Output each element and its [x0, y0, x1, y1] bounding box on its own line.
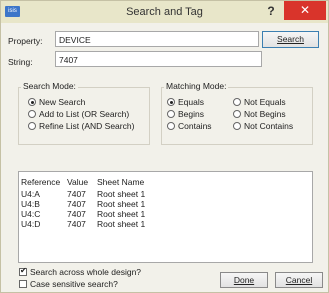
- case-sensitive-checkbox-row[interactable]: Case sensitive search?: [19, 279, 118, 289]
- table-row[interactable]: U4:A 7407 Root sheet 1: [21, 189, 311, 199]
- radio-button[interactable]: [233, 98, 241, 106]
- radio-button[interactable]: [167, 98, 175, 106]
- column-header-sheet-name[interactable]: Sheet Name: [97, 177, 144, 187]
- radio-equals[interactable]: Equals: [167, 97, 204, 107]
- radio-not-contains[interactable]: Not Contains: [233, 121, 293, 131]
- search-whole-design-checkbox[interactable]: [19, 266, 27, 276]
- cell-reference: U4:A: [21, 189, 40, 199]
- radio-not-equals[interactable]: Not Equals: [233, 97, 286, 107]
- results-list[interactable]: Reference Value Sheet Name U4:A 7407 Roo…: [18, 171, 313, 263]
- radio-not-begins[interactable]: Not Begins: [233, 109, 286, 119]
- cancel-button[interactable]: Cancel: [275, 272, 323, 288]
- search-whole-design-label: Search across whole design?: [30, 267, 142, 277]
- cell-value: 7407: [67, 189, 86, 199]
- radio-contains[interactable]: Contains: [167, 121, 212, 131]
- radio-button[interactable]: [167, 122, 175, 130]
- column-header-reference[interactable]: Reference: [21, 177, 60, 187]
- cell-reference: U4:C: [21, 209, 41, 219]
- search-mode-title: Search Mode:: [21, 81, 78, 91]
- help-button[interactable]: ?: [260, 2, 282, 20]
- table-row[interactable]: U4:D 7407 Root sheet 1: [21, 219, 311, 229]
- radio-button[interactable]: [233, 110, 241, 118]
- radio-refine-list[interactable]: Refine List (AND Search): [28, 121, 134, 131]
- case-sensitive-checkbox[interactable]: [19, 280, 27, 288]
- cell-sheet-name: Root sheet 1: [97, 209, 146, 219]
- radio-button[interactable]: [233, 122, 241, 130]
- case-sensitive-label: Case sensitive search?: [30, 279, 118, 289]
- cell-reference: U4:D: [21, 219, 41, 229]
- radio-button[interactable]: [28, 110, 36, 118]
- results-header: Reference Value Sheet Name: [21, 177, 311, 187]
- matching-mode-title: Matching Mode:: [164, 81, 229, 91]
- property-label: Property:: [8, 36, 43, 46]
- title-bar: isis Search and Tag ? ✕: [1, 1, 328, 23]
- search-and-tag-dialog: isis Search and Tag ? ✕ Property: DEVICE…: [0, 0, 329, 293]
- column-header-value[interactable]: Value: [67, 177, 88, 187]
- done-button[interactable]: Done: [220, 272, 268, 288]
- radio-add-to-list[interactable]: Add to List (OR Search): [28, 109, 129, 119]
- cell-value: 7407: [67, 219, 86, 229]
- cell-sheet-name: Root sheet 1: [97, 199, 146, 209]
- string-label: String:: [8, 57, 33, 67]
- radio-new-search[interactable]: New Search: [28, 97, 85, 107]
- radio-button[interactable]: [28, 122, 36, 130]
- cell-sheet-name: Root sheet 1: [97, 189, 146, 199]
- cell-sheet-name: Root sheet 1: [97, 219, 146, 229]
- search-whole-design-checkbox-row[interactable]: Search across whole design?: [19, 266, 142, 277]
- search-button[interactable]: Search: [262, 31, 319, 48]
- property-input[interactable]: DEVICE: [55, 31, 259, 47]
- table-row[interactable]: U4:B 7407 Root sheet 1: [21, 199, 311, 209]
- close-button[interactable]: ✕: [284, 1, 326, 20]
- cell-value: 7407: [67, 199, 86, 209]
- table-row[interactable]: U4:C 7407 Root sheet 1: [21, 209, 311, 219]
- string-input[interactable]: 7407: [55, 51, 262, 67]
- radio-begins[interactable]: Begins: [167, 109, 204, 119]
- radio-button[interactable]: [167, 110, 175, 118]
- radio-button[interactable]: [28, 98, 36, 106]
- cell-value: 7407: [67, 209, 86, 219]
- cell-reference: U4:B: [21, 199, 40, 209]
